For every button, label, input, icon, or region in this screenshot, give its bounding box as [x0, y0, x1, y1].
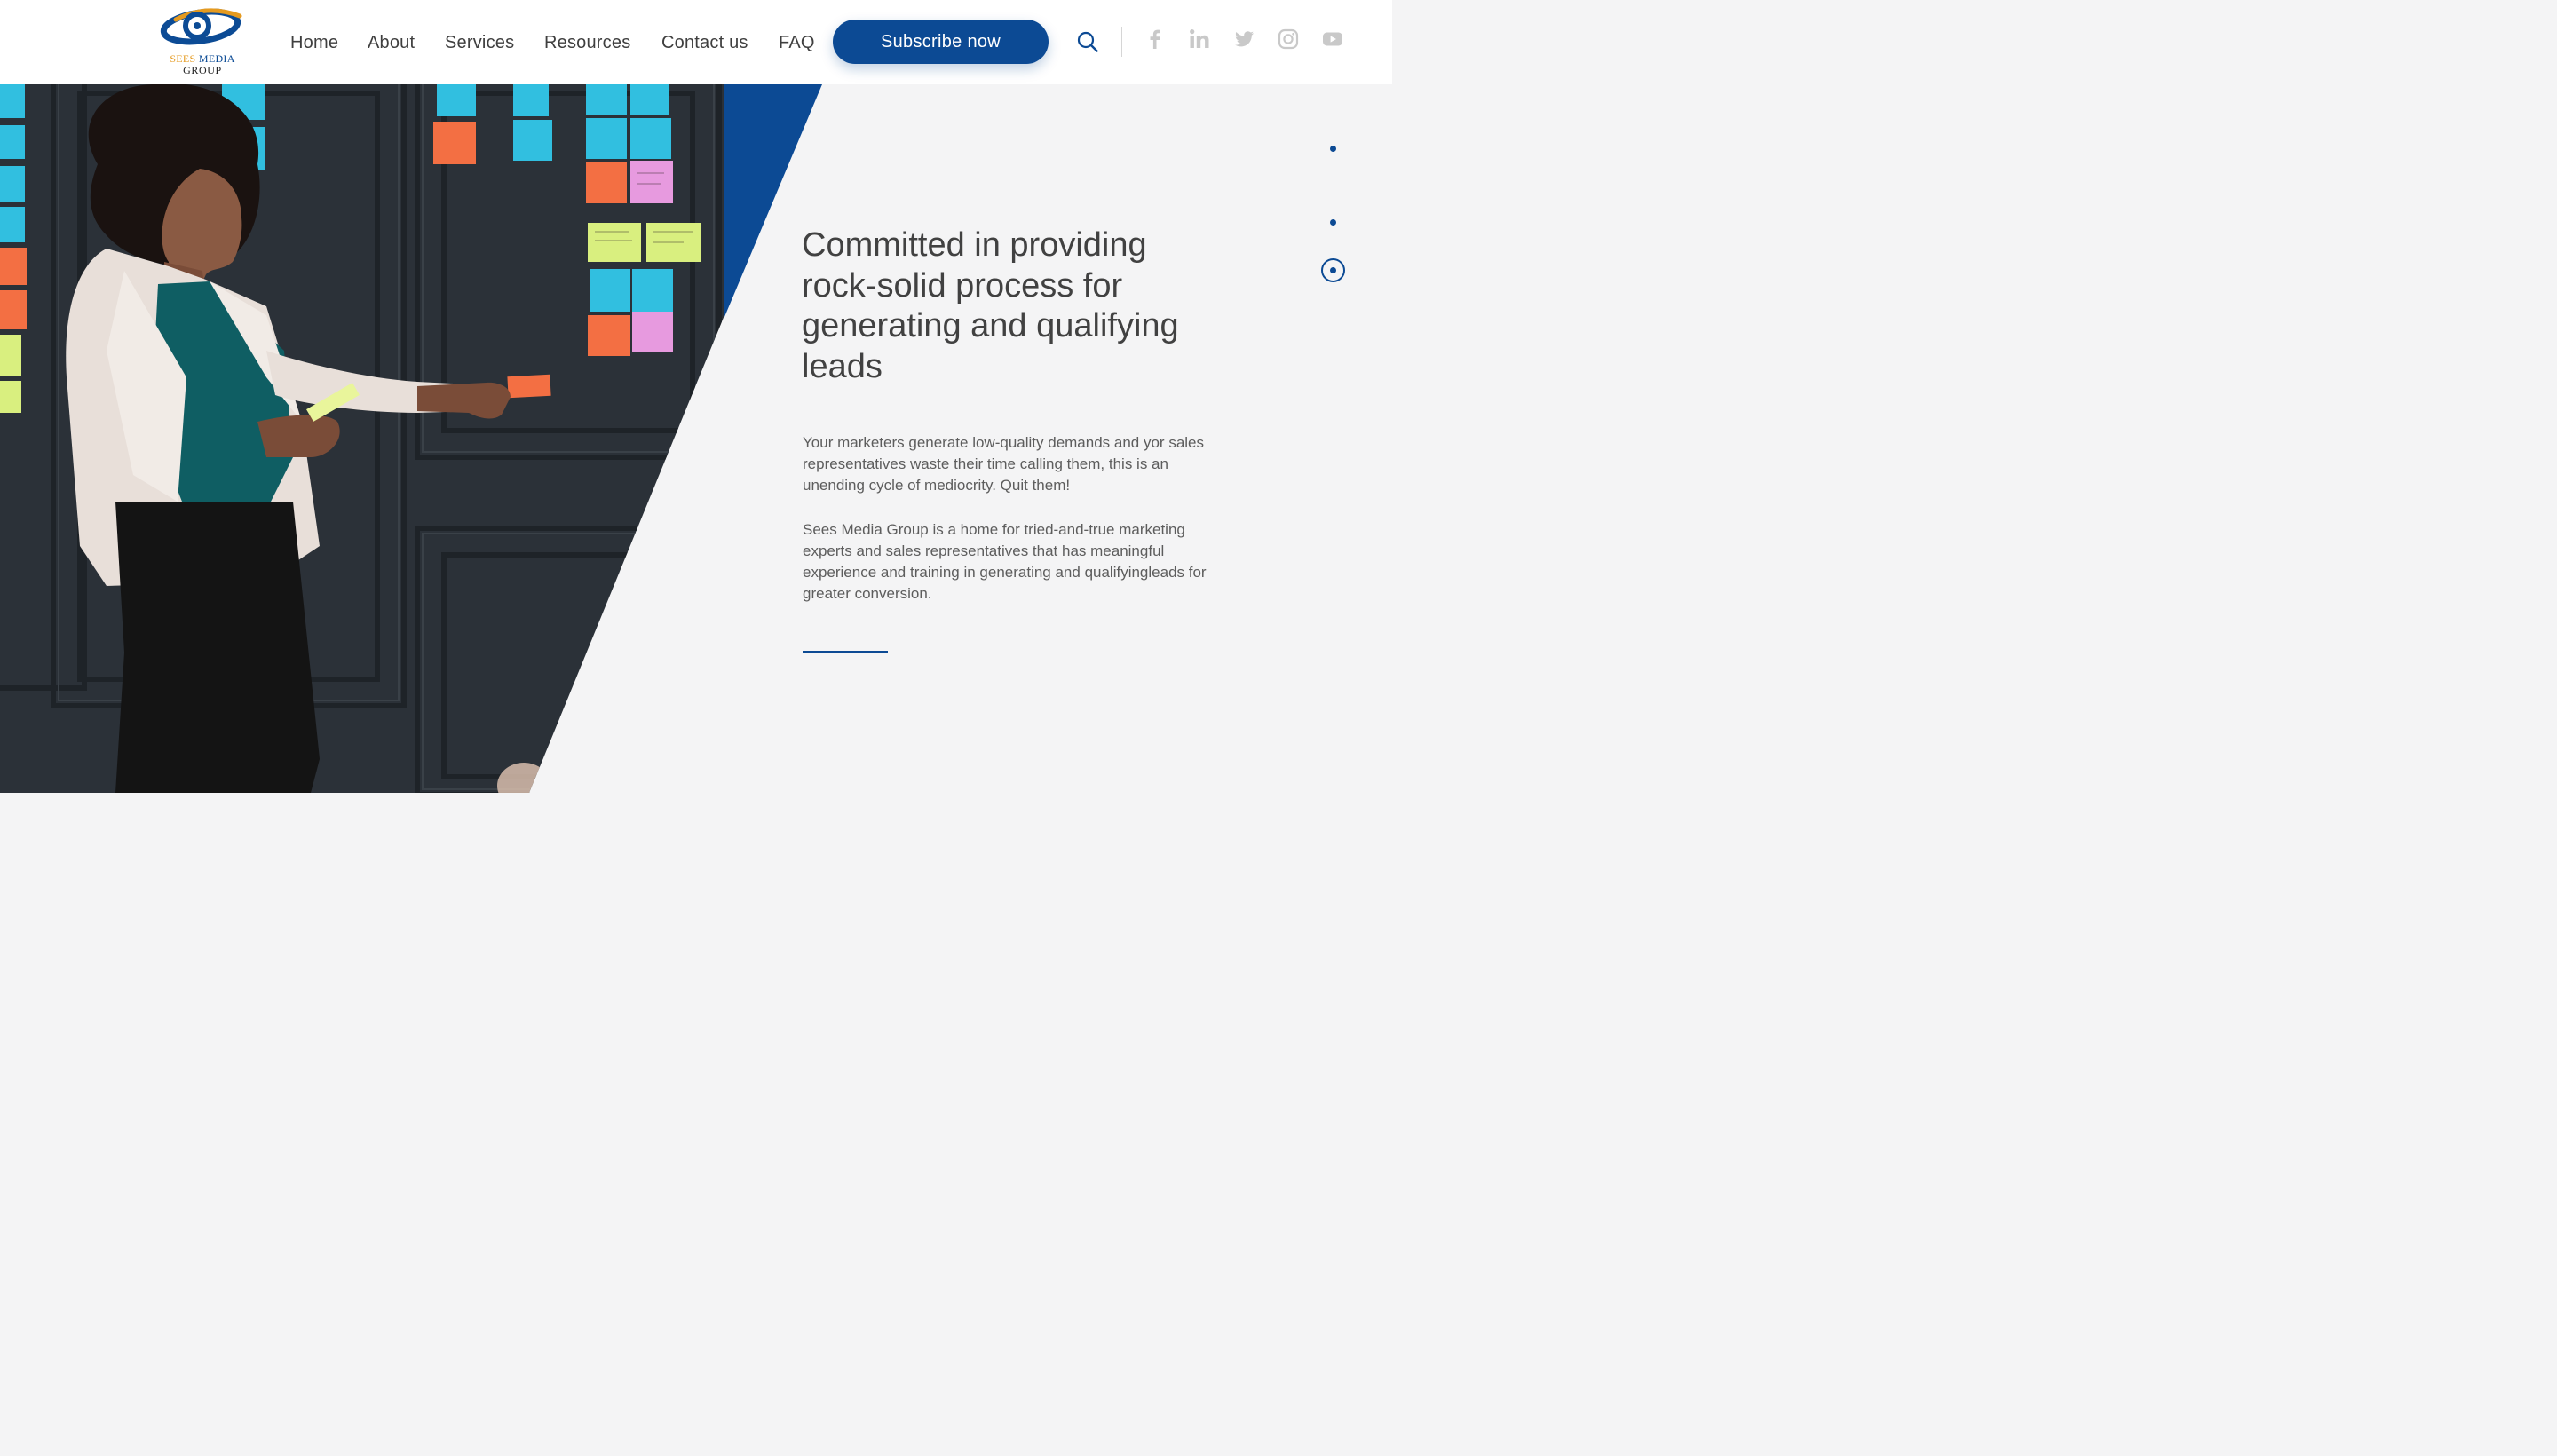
- logo-word-sees: SEES: [170, 52, 196, 65]
- woman-presenting-sticky-notes-photo: [0, 84, 724, 793]
- nav-about[interactable]: About: [368, 32, 415, 53]
- youtube-icon[interactable]: [1321, 28, 1344, 51]
- site-header: SEES MEDIA GROUP Home About Services Res…: [0, 0, 1392, 84]
- twitter-icon[interactable]: [1232, 28, 1255, 51]
- nav-faq[interactable]: FAQ: [779, 32, 815, 53]
- search-icon[interactable]: [1076, 30, 1099, 53]
- slide-dot-2-active[interactable]: [1321, 258, 1345, 282]
- nav-resources[interactable]: Resources: [544, 32, 630, 53]
- nav-contact-us[interactable]: Contact us: [661, 32, 748, 53]
- slide-dot-1[interactable]: [1330, 146, 1336, 152]
- slide-dot-3[interactable]: [1330, 219, 1336, 226]
- instagram-icon[interactable]: [1277, 28, 1300, 51]
- header-divider: [1121, 27, 1122, 57]
- facebook-icon[interactable]: [1144, 28, 1167, 51]
- logo-word-group: GROUP: [183, 64, 222, 76]
- hero-paragraph-1: Your marketers generate low-quality dema…: [803, 434, 1205, 494]
- logo[interactable]: SEES MEDIA GROUP: [158, 4, 247, 78]
- hero-headline: Committed in providing rock-solid proces…: [802, 226, 1179, 385]
- subscribe-button[interactable]: Subscribe now: [833, 20, 1049, 64]
- linkedin-icon[interactable]: [1188, 28, 1211, 51]
- hero-paragraph-2: Sees Media Group is a home for tried-and…: [803, 521, 1207, 602]
- logo-word-media: MEDIA: [198, 52, 235, 65]
- logo-mark-icon: [160, 8, 242, 45]
- accent-underline: [803, 651, 888, 653]
- nav-home[interactable]: Home: [290, 32, 338, 53]
- nav-services[interactable]: Services: [445, 32, 514, 53]
